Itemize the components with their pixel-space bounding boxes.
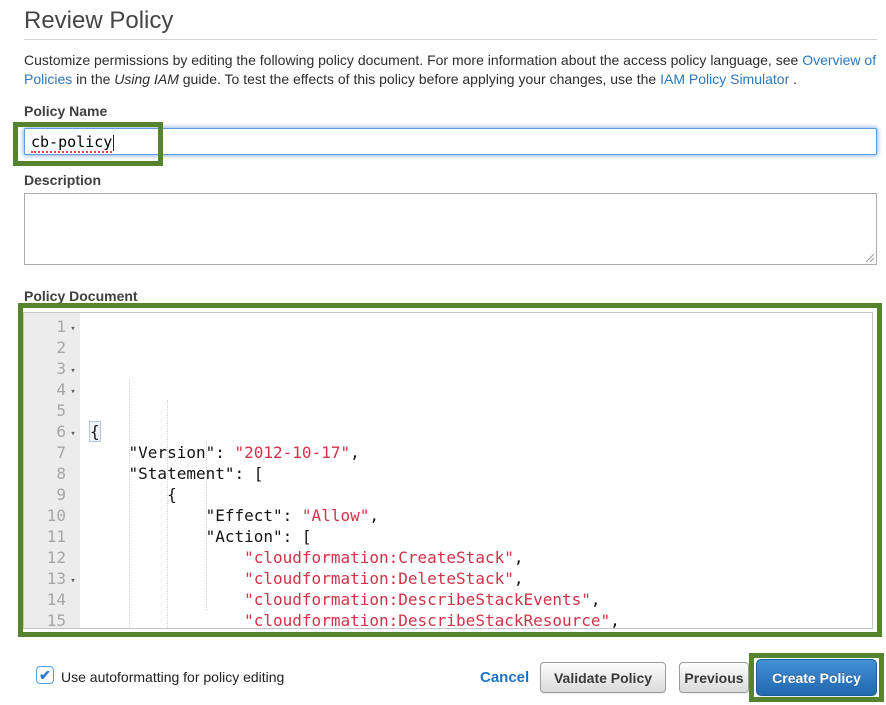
editor-code[interactable]: { "Version": "2012-10-17", "Statement": …: [80, 313, 872, 628]
policy-document-editor[interactable]: 1▾23▾4▾56▾78910111213▾1415 { "Version": …: [23, 312, 873, 629]
create-policy-button[interactable]: Create Policy: [756, 659, 877, 696]
code-line: "cloudformation:DeleteStack",: [90, 568, 872, 589]
iam-policy-simulator-link[interactable]: IAM Policy Simulator: [660, 71, 789, 87]
description-textarea[interactable]: [24, 193, 877, 265]
policy-name-value: cb-policy: [31, 133, 112, 153]
code-line: "cloudformation:CreateStack",: [90, 547, 872, 568]
code-line: {: [90, 484, 872, 505]
guide-name: Using IAM: [114, 71, 179, 87]
code-line: {: [90, 421, 872, 442]
code-line: "Version": "2012-10-17",: [90, 442, 872, 463]
resize-grip-icon[interactable]: [864, 252, 875, 263]
code-line: "cloudformation:DescribeStackResource",: [90, 610, 872, 628]
code-line: "cloudformation:DescribeStackEvents",: [90, 589, 872, 610]
review-policy-page: Review Policy Customize permissions by e…: [0, 0, 886, 705]
policy-name-input[interactable]: cb-policy: [24, 128, 877, 155]
previous-button[interactable]: Previous: [679, 662, 749, 693]
intro-text-3: guide. To test the effects of this polic…: [179, 71, 660, 87]
cancel-link[interactable]: Cancel: [480, 669, 529, 686]
page-title: Review Policy: [24, 7, 173, 35]
indent-guide: [167, 400, 168, 628]
intro-text-4: .: [789, 71, 797, 87]
code-line: "Statement": [: [90, 463, 872, 484]
title-divider: [24, 39, 877, 40]
policy-name-label: Policy Name: [24, 103, 107, 119]
indent-guide: [206, 442, 207, 610]
indent-guide: [129, 379, 130, 628]
validate-policy-button[interactable]: Validate Policy: [540, 662, 666, 693]
intro-paragraph: Customize permissions by editing the fol…: [24, 51, 879, 89]
autoformat-checkbox[interactable]: ✔: [36, 666, 54, 684]
intro-text-1: Customize permissions by editing the fol…: [24, 52, 802, 68]
code-line: "Effect": "Allow",: [90, 505, 872, 526]
text-caret: [113, 135, 114, 151]
autoformat-label: Use autoformatting for policy editing: [61, 669, 284, 685]
code-line: "Action": [: [90, 526, 872, 547]
checkmark-icon: ✔: [39, 667, 51, 683]
editor-gutter[interactable]: 1▾23▾4▾56▾78910111213▾1415: [24, 313, 80, 628]
description-label: Description: [24, 172, 101, 188]
policy-document-label: Policy Document: [24, 288, 138, 304]
intro-text-2: in the: [72, 71, 114, 87]
